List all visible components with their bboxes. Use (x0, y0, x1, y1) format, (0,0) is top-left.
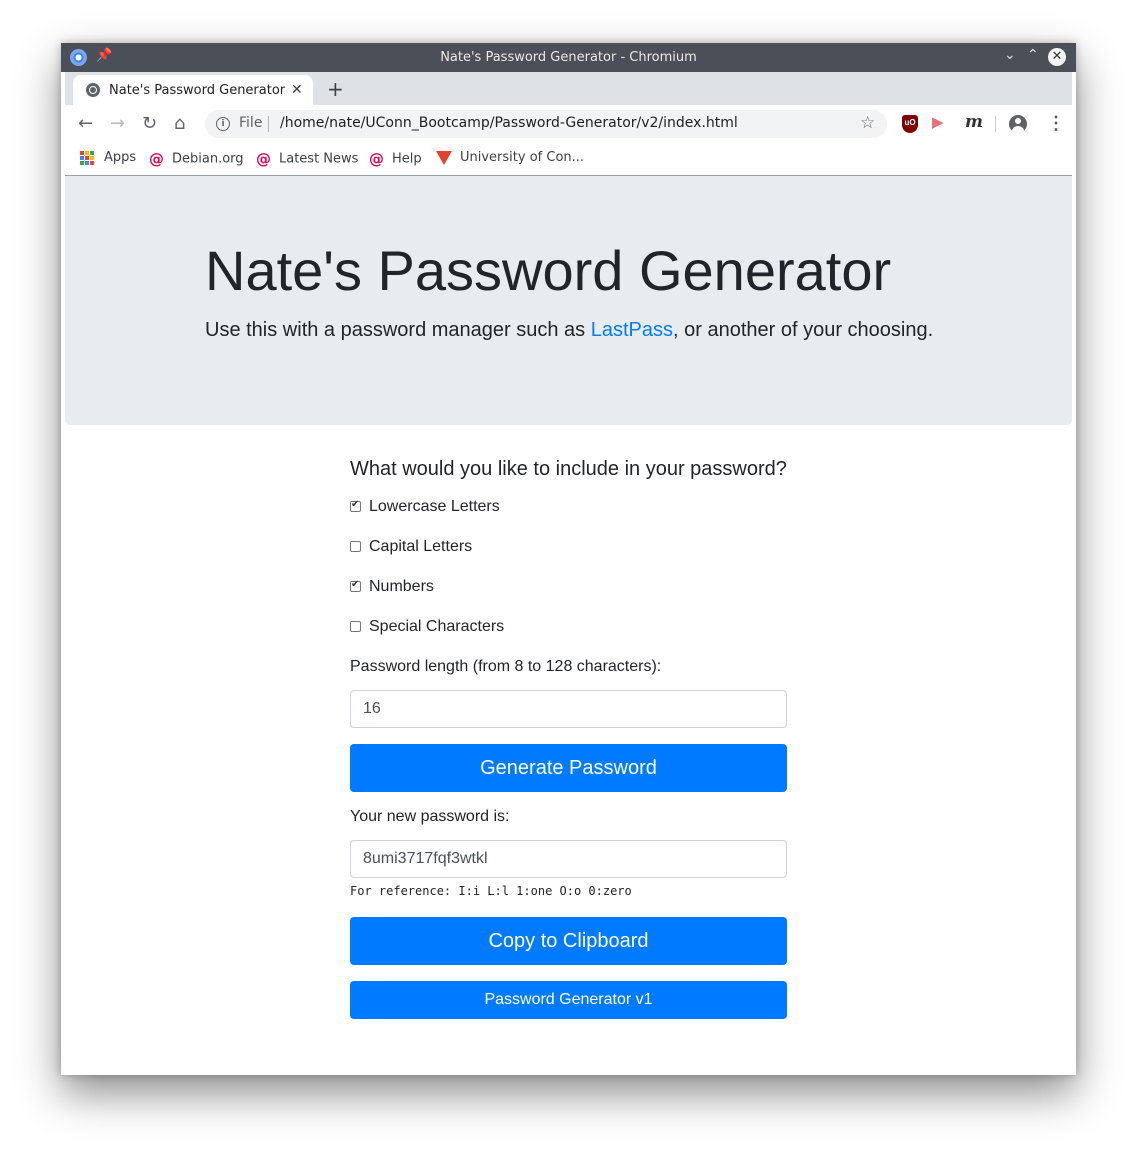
address-bar[interactable]: i File /home/nate/UConn_Bootcamp/Passwor… (205, 110, 887, 138)
window-title: Nate's Password Generator - Chromium (440, 50, 697, 65)
profile-avatar-icon[interactable] (1009, 115, 1027, 133)
close-window-button[interactable]: ✕ (1048, 48, 1066, 66)
lead-text-before: Use this with a password manager such as (205, 319, 591, 341)
password-generator-v1-button[interactable]: Password Generator v1 (350, 981, 787, 1019)
title-bar: 📌 Nate's Password Generator - Chromium ⌄… (61, 43, 1076, 72)
debian-swirl-icon: @ (149, 150, 164, 168)
bookmark-university[interactable]: University of Con... (436, 150, 584, 165)
back-arrow-icon[interactable]: ← (78, 113, 93, 134)
bookmark-debian[interactable]: @ Debian.org (149, 150, 244, 168)
menu-kebab-icon[interactable]: ⋮ (1047, 113, 1065, 134)
m-extension-icon[interactable]: m (965, 112, 983, 132)
length-label: Password length (from 8 to 128 character… (350, 658, 662, 675)
bookmark-apps[interactable]: Apps (80, 150, 136, 165)
bookmark-label: Help (392, 151, 422, 167)
maximize-button[interactable]: ⌃ (1027, 47, 1039, 63)
capitals-checkbox[interactable] (350, 541, 361, 552)
page-content: Nate's Password Generator Use this with … (65, 176, 1072, 1075)
result-label: Your new password is: (350, 808, 510, 825)
info-icon[interactable]: i (216, 117, 230, 131)
lowercase-checkbox[interactable] (350, 499, 361, 512)
lead-text: Use this with a password manager such as… (205, 319, 933, 342)
generate-password-button[interactable]: Generate Password (350, 744, 787, 792)
apps-grid-icon (80, 150, 94, 165)
minimize-button[interactable]: ⌄ (1004, 47, 1016, 63)
close-tab-icon[interactable]: ✕ (291, 81, 303, 98)
bookmarks-bar: Apps @ Debian.org @ Latest News @ Help Univ… (65, 143, 1072, 176)
url-scheme: File (239, 115, 263, 131)
toolbar-divider (995, 116, 996, 132)
option-numbers[interactable]: Numbers (350, 578, 434, 596)
bookmark-label: Debian.org (172, 151, 244, 167)
option-capitals[interactable]: Capital Letters (350, 538, 472, 556)
browser-window: 📌 Nate's Password Generator - Chromium ⌄… (61, 43, 1076, 1075)
copy-to-clipboard-button[interactable]: Copy to Clipboard (350, 917, 787, 965)
page-title: Nate's Password Generator (205, 239, 892, 302)
new-tab-button[interactable]: + (327, 77, 344, 101)
option-label: Special Characters (369, 618, 505, 635)
lastpass-link[interactable]: LastPass (591, 319, 673, 341)
option-special[interactable]: Special Characters (350, 618, 504, 636)
debian-swirl-icon: @ (256, 150, 271, 168)
numbers-checkbox[interactable] (350, 579, 361, 592)
tab-strip: Nate's Password Generator ✕ + (65, 72, 1072, 105)
reload-icon[interactable]: ↻ (142, 113, 157, 134)
option-label: Numbers (369, 578, 434, 595)
jumbotron: Nate's Password Generator Use this with … (65, 176, 1072, 425)
reference-note: For reference: I:i L:l 1:one O:o 0:zero (350, 884, 632, 898)
url-text[interactable]: /home/nate/UConn_Bootcamp/Password-Gener… (280, 115, 738, 131)
special-checkbox[interactable] (350, 621, 361, 632)
browser-toolbar: ← → ↻ ⌂ i File /home/nate/UConn_Bootcamp… (65, 105, 1072, 143)
home-icon[interactable]: ⌂ (174, 113, 185, 134)
bookmark-star-icon[interactable]: ☆ (860, 113, 875, 133)
tab-password-generator[interactable]: Nate's Password Generator ✕ (73, 75, 313, 105)
bookmark-latest-news[interactable]: @ Latest News (256, 150, 358, 168)
password-output-field[interactable]: 8umi3717fqf3wtkl (350, 840, 787, 878)
forward-arrow-icon[interactable]: → (110, 113, 125, 134)
media-extension-icon[interactable]: ▶ (932, 113, 948, 131)
option-lowercase[interactable]: Lowercase Letters (350, 498, 500, 516)
globe-icon (86, 83, 100, 97)
gitlab-fox-icon (436, 150, 452, 165)
bookmark-label: Apps (104, 150, 137, 165)
options-question: What would you like to include in your p… (350, 458, 787, 480)
option-label: Capital Letters (369, 538, 473, 555)
bookmark-label: University of Con... (460, 150, 585, 165)
lead-text-after: , or another of your choosing. (673, 319, 934, 341)
tab-title: Nate's Password Generator (109, 83, 286, 98)
ublock-origin-icon[interactable]: uO (902, 115, 918, 133)
option-label: Lowercase Letters (369, 498, 500, 515)
debian-swirl-icon: @ (369, 150, 384, 168)
bookmark-label: Latest News (279, 151, 359, 167)
url-separator (268, 116, 269, 132)
length-input[interactable]: 16 (350, 690, 787, 728)
bookmark-help[interactable]: @ Help (369, 150, 422, 168)
